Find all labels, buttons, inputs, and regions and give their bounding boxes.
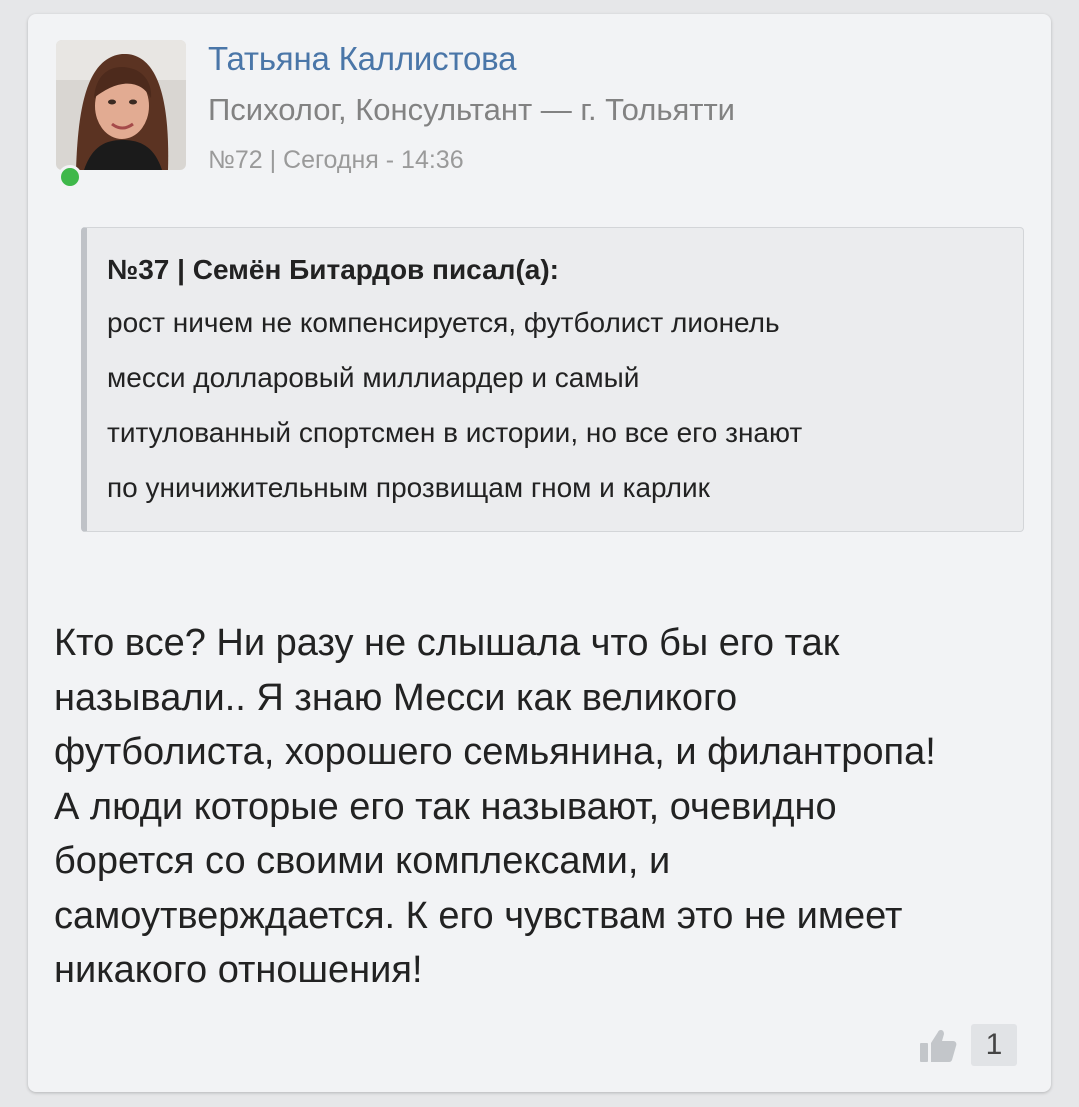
quote-block: №37 | Семён Битардов писал(а): рост ниче… bbox=[81, 227, 1024, 532]
like-count[interactable]: 1 bbox=[971, 1024, 1017, 1066]
quote-header: №37 | Семён Битардов писал(а): bbox=[107, 254, 559, 285]
post-text-line: Кто все? Ни разу не слышала что бы его т… bbox=[54, 622, 840, 664]
quote-line: по уничижительным прозвищам гном и карли… bbox=[107, 472, 710, 503]
like-area: 1 bbox=[917, 1024, 1017, 1066]
quote-body: рост ничем не компенсируется, футболист … bbox=[107, 295, 1003, 515]
post-text-line: называли.. Я знаю Месси как великого bbox=[54, 676, 738, 719]
quote-line: месси долларовый миллиардер и самый bbox=[107, 362, 640, 393]
quote-line: рост ничем не компенсируется, футболист … bbox=[107, 307, 780, 338]
avatar[interactable] bbox=[56, 40, 186, 170]
post-text-line: никакого отношения! bbox=[54, 949, 423, 991]
post-text-line: самоутверждается. К его чувствам это не … bbox=[54, 894, 903, 937]
author-role: Психолог, Консультант — г. Тольятти bbox=[208, 92, 735, 127]
author-name-link[interactable]: Татьяна Каллистова bbox=[208, 40, 516, 78]
forum-post: Татьяна Каллистова Психолог, Консультант… bbox=[28, 14, 1051, 1092]
avatar-container[interactable] bbox=[56, 40, 186, 189]
post-text: Кто все? Ни разу не слышала что бы его т… bbox=[54, 616, 1034, 998]
post-meta: №72 | Сегодня - 14:36 bbox=[208, 146, 464, 174]
post-text-line: борется со своими комплексами, и bbox=[54, 840, 671, 882]
thumbs-up-icon[interactable] bbox=[917, 1024, 959, 1066]
post-text-line: футболиста, хорошего семьянина, и филант… bbox=[54, 731, 936, 773]
post-text-line: А люди которые его так называют, очевидн… bbox=[54, 785, 837, 828]
online-status-indicator bbox=[58, 165, 82, 189]
quote-line: титулованный спортсмен в истории, но все… bbox=[107, 417, 803, 448]
